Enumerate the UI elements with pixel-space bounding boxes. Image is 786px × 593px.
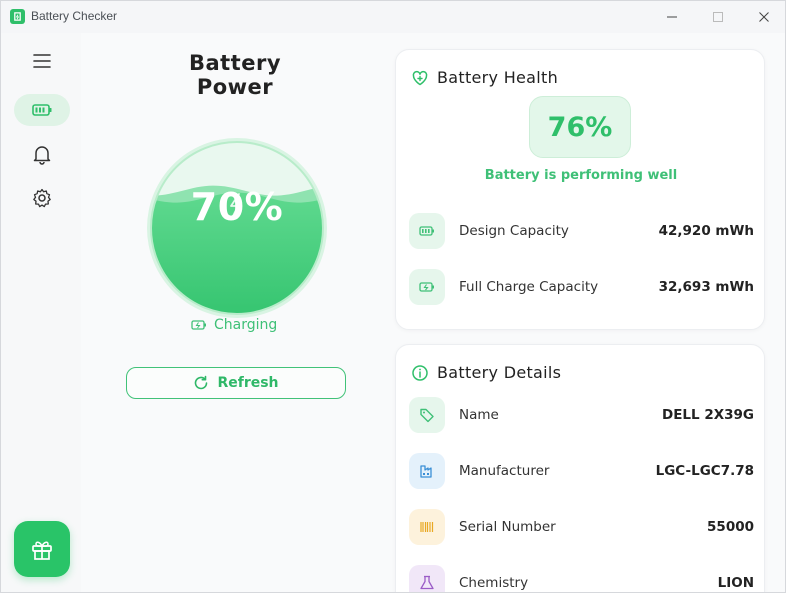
details-row-serial-number: Serial Number 55000 <box>409 507 754 547</box>
row-label: Full Charge Capacity <box>459 279 599 295</box>
row-value: 55000 <box>707 519 754 535</box>
refresh-button[interactable]: Refresh <box>126 367 346 399</box>
app-logo-icon <box>10 9 25 24</box>
gift-icon <box>32 541 52 560</box>
health-message: Battery is performing well <box>484 168 678 183</box>
main-content: Battery Power 70% Charging Refresh Batte… <box>81 33 785 592</box>
row-value: DELL 2X39G <box>661 407 754 423</box>
details-row-manufacturer: Manufacturer LGC-LGC7.78 <box>409 451 754 491</box>
bell-icon <box>33 146 51 165</box>
health-row-full-charge-capacity: Full Charge Capacity 32,693 mWh <box>409 267 754 307</box>
row-label: Chemistry <box>459 575 529 591</box>
row-value: 32,693 mWh <box>658 279 754 295</box>
tag-icon <box>409 397 445 433</box>
health-row-design-capacity: Design Capacity 42,920 mWh <box>409 211 754 251</box>
battery-health-card: Battery Health 76% Battery is performing… <box>395 49 765 330</box>
battery-health-header: Battery Health <box>411 68 558 87</box>
battery-details-title: Battery Details <box>437 363 562 382</box>
battery-details-card: Battery Details Name DELL 2X39G Manufact… <box>395 344 765 592</box>
charging-status: Charging <box>191 315 277 335</box>
minimize-button[interactable] <box>649 1 695 33</box>
details-row-name: Name DELL 2X39G <box>409 395 754 435</box>
row-label: Serial Number <box>459 519 556 535</box>
sidebar-item-settings[interactable] <box>14 182 70 214</box>
flask-icon <box>409 565 445 592</box>
gift-button[interactable] <box>14 521 70 577</box>
details-row-chemistry: Chemistry LION <box>409 563 754 592</box>
health-percent-badge: 76% <box>529 96 631 158</box>
gear-icon <box>33 188 51 208</box>
battery-percent: 70% <box>190 185 284 229</box>
battery-icon <box>32 104 52 116</box>
battery-charging-icon <box>191 320 206 330</box>
row-value: 42,920 mWh <box>658 223 754 239</box>
window-title: Battery Checker <box>31 9 118 23</box>
menu-button[interactable] <box>14 45 70 77</box>
charging-label: Charging <box>214 317 278 333</box>
row-value: LGC-LGC7.78 <box>655 463 754 479</box>
battery-power-title: Battery Power <box>188 51 282 99</box>
maximize-button[interactable] <box>695 1 741 33</box>
row-label: Manufacturer <box>459 463 550 479</box>
refresh-icon <box>195 375 208 390</box>
close-button[interactable] <box>741 1 785 33</box>
sidebar-item-battery[interactable] <box>14 94 70 126</box>
row-label: Design Capacity <box>459 223 569 239</box>
info-icon <box>412 364 428 381</box>
row-value: LION <box>717 575 754 591</box>
title-bar: Battery Checker <box>1 1 785 33</box>
battery-health-title: Battery Health <box>437 68 559 87</box>
row-label: Name <box>459 407 499 423</box>
battery-icon <box>409 213 445 249</box>
refresh-label: Refresh <box>217 375 279 391</box>
menu-icon <box>33 54 51 68</box>
factory-icon <box>409 453 445 489</box>
sidebar <box>1 33 81 592</box>
heart-plus-icon <box>412 70 428 85</box>
sidebar-item-notifications[interactable] <box>14 138 70 170</box>
barcode-icon <box>409 509 445 545</box>
app-window: Battery Checker Battery Power 70% Chargi… <box>0 0 786 593</box>
battery-details-header: Battery Details <box>411 363 561 382</box>
battery-charging-icon <box>409 269 445 305</box>
